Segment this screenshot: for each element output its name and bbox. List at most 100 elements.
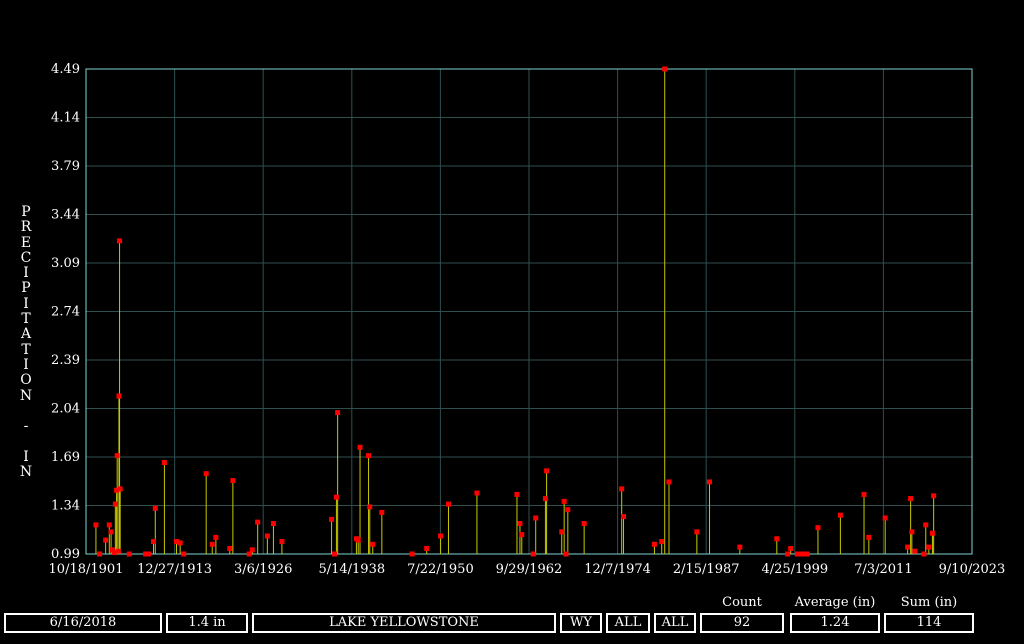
sum-label: Sum (in) — [900, 595, 958, 610]
station-field[interactable]: LAKE YELLOWSTONE — [252, 613, 556, 633]
count-value: 92 — [700, 613, 784, 633]
data-point — [103, 537, 109, 543]
data-point — [152, 505, 158, 511]
grid-lines — [85, 68, 973, 555]
data-point — [931, 493, 937, 499]
date-field[interactable]: 6/16/2018 — [4, 613, 162, 633]
data-point — [146, 551, 152, 557]
average-value: 1.24 — [790, 613, 880, 633]
data-point — [517, 521, 523, 527]
data-point — [106, 522, 112, 528]
data-point — [533, 515, 539, 521]
data-point — [209, 541, 215, 547]
data-point — [108, 529, 114, 535]
data-point — [581, 521, 587, 527]
y-tick-label: 3.44 — [51, 208, 80, 223]
data-point — [264, 533, 270, 539]
y-label-char: O — [20, 372, 32, 389]
data-point — [804, 551, 810, 557]
data-point — [329, 516, 335, 522]
data-point — [117, 238, 123, 244]
data-point — [114, 453, 120, 459]
data-point — [213, 534, 219, 540]
data-point — [514, 491, 520, 497]
data-point — [707, 479, 713, 485]
data-point — [621, 514, 627, 520]
y-label-char: A — [20, 326, 32, 343]
y-label-char: - — [23, 418, 29, 435]
data-point — [177, 540, 183, 546]
data-point — [666, 479, 672, 485]
data-point — [249, 547, 255, 553]
y-tick-label: 4.49 — [51, 62, 80, 77]
data-point — [815, 525, 821, 531]
x-tick-label: 7/22/1950 — [407, 562, 474, 577]
data-point — [270, 521, 276, 527]
x-tick-label: 5/14/1938 — [318, 562, 385, 577]
data-point — [651, 541, 657, 547]
x-tick-label: 12/7/1974 — [584, 562, 651, 577]
x-tick-label: 9/10/2023 — [939, 562, 1006, 577]
data-point — [366, 453, 372, 459]
state-field[interactable]: WY — [560, 613, 602, 633]
y-tick-label: 2.74 — [51, 305, 80, 320]
data-point — [424, 545, 430, 551]
data-point — [565, 507, 571, 513]
data-point — [694, 529, 700, 535]
data-point — [882, 515, 888, 521]
data-point — [333, 494, 339, 500]
data-point — [367, 504, 373, 510]
data-point — [115, 548, 121, 554]
y-label-char: I — [23, 295, 29, 312]
data-point — [563, 551, 569, 557]
data-point — [559, 529, 565, 535]
y-label-char: P — [21, 280, 31, 297]
data-point — [357, 444, 363, 450]
data-point — [530, 551, 536, 557]
y-tick-labels: 0.99 1.34 1.69 2.04 2.39 2.74 3.09 3.44 3.79 4.14… — [51, 62, 80, 562]
sum-value: 114 — [884, 613, 974, 633]
data-point — [785, 551, 791, 557]
data-point — [912, 548, 918, 554]
data-point — [737, 544, 743, 550]
data-point — [619, 486, 625, 492]
y-label-char: N — [19, 464, 33, 481]
data-point — [335, 410, 341, 416]
average-label: Average (in) — [794, 595, 876, 610]
data-point — [788, 545, 794, 551]
data-point — [203, 471, 209, 477]
data-point — [837, 512, 843, 518]
y-tick-label: 1.69 — [51, 450, 80, 465]
data-point — [151, 539, 157, 545]
y-label-char: I — [23, 356, 29, 373]
data-point — [445, 501, 451, 507]
data-point — [370, 541, 376, 547]
data-point — [774, 536, 780, 542]
threshold-field[interactable]: 1.4 in — [166, 613, 248, 633]
y-tick-label: 3.09 — [51, 256, 80, 271]
filter1-field[interactable]: ALL — [606, 613, 650, 633]
data-point — [409, 551, 415, 557]
x-tick-label: 2/15/1987 — [673, 562, 740, 577]
x-tick-label: 3/6/1926 — [234, 562, 292, 577]
y-tick-label: 1.34 — [51, 499, 80, 514]
data-point — [112, 501, 118, 507]
x-tick-label: 9/29/1962 — [496, 562, 563, 577]
y-label-space — [16, 404, 36, 419]
data-point — [279, 539, 285, 545]
y-label-char: T — [21, 341, 31, 358]
data-point — [93, 522, 99, 528]
data-point — [181, 551, 187, 557]
data-point — [794, 551, 800, 557]
y-tick-label: 0.99 — [51, 547, 80, 562]
filter2-field[interactable]: ALL — [654, 613, 696, 633]
count-label: Count — [722, 595, 762, 610]
y-label-char: P — [21, 204, 31, 220]
data-point — [866, 534, 872, 540]
data-point — [659, 539, 665, 545]
data-point — [921, 551, 927, 557]
data-point — [230, 478, 236, 484]
data-point — [97, 551, 103, 557]
data-point — [438, 533, 444, 539]
y-label-char: C — [20, 249, 32, 266]
